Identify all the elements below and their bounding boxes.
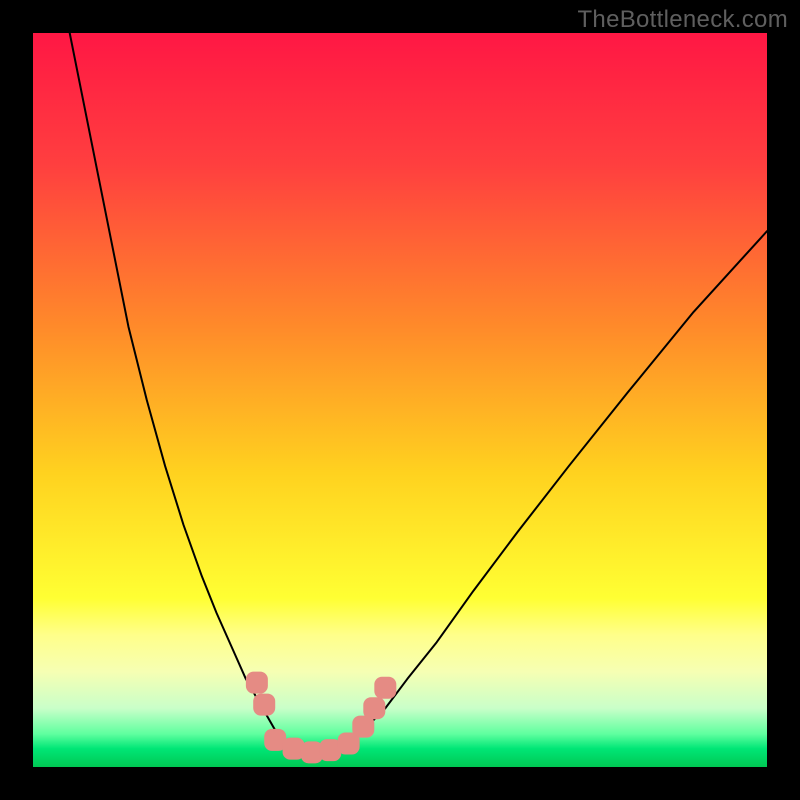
chart-background [33, 33, 767, 767]
chart-svg [33, 33, 767, 767]
marker-right-cluster-2 [374, 677, 396, 699]
marker-left-cluster-1 [253, 694, 275, 716]
marker-left-cluster-0 [246, 672, 268, 694]
chart-frame: TheBottleneck.com [0, 0, 800, 800]
marker-right-cluster-1 [363, 697, 385, 719]
plot-area [33, 33, 767, 767]
watermark-text: TheBottleneck.com [577, 6, 788, 34]
